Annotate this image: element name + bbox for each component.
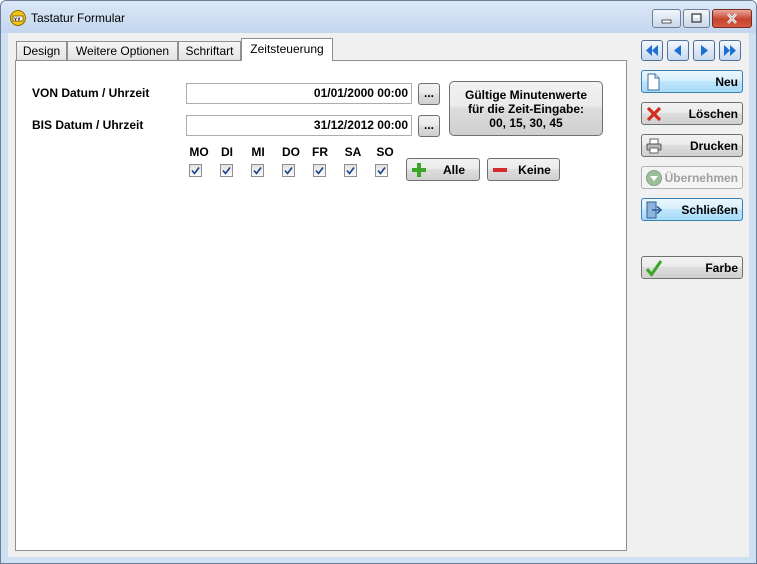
next-record-button[interactable] <box>693 40 715 61</box>
select-all-label: Alle <box>442 163 465 177</box>
checkbox-so[interactable] <box>375 164 388 177</box>
checkmark-icon <box>315 167 324 175</box>
app-window: Tastatur Formular Design Weitere Optione… <box>0 0 757 564</box>
day-label-do: DO <box>282 145 300 159</box>
close-button[interactable]: Schließen <box>641 198 743 221</box>
client-area: Design Weitere Optionen Schriftart Zeits… <box>8 33 749 557</box>
checkbox-do[interactable] <box>282 164 295 177</box>
tab-schriftart[interactable]: Schriftart <box>178 41 241 60</box>
von-browse-button[interactable]: ... <box>418 83 440 105</box>
new-document-icon <box>647 73 660 91</box>
checkbox-sa[interactable] <box>344 164 357 177</box>
day-label-so: SO <box>376 145 394 159</box>
color-label: Farbe <box>705 261 738 275</box>
checkbox-mi[interactable] <box>251 164 264 177</box>
print-label: Drucken <box>689 139 738 153</box>
app-icon <box>10 10 26 26</box>
minute-values-info: Gültige Minutenwerte für die Zeit-Eingab… <box>449 81 603 136</box>
info-line-1: Gültige Minutenwerte <box>464 88 587 102</box>
day-label-di: DI <box>221 145 233 159</box>
window-title: Tastatur Formular <box>31 11 126 25</box>
day-label-mo: MO <box>189 145 209 159</box>
checkbox-mo[interactable] <box>189 164 202 177</box>
red-x-icon <box>646 106 662 122</box>
last-record-button[interactable] <box>719 40 741 61</box>
maximize-icon <box>691 13 702 23</box>
checkbox-di[interactable] <box>220 164 233 177</box>
last-record-icon <box>724 45 736 56</box>
tab-weitere-optionen[interactable]: Weitere Optionen <box>67 41 178 60</box>
green-plus-icon <box>412 163 426 177</box>
delete-button[interactable]: Löschen <box>641 102 743 125</box>
green-check-icon <box>645 260 663 277</box>
close-icon <box>727 13 737 24</box>
day-label-fr: FR <box>312 145 328 159</box>
day-label-mi: MI <box>251 145 265 159</box>
day-label-sa: SA <box>344 145 362 159</box>
print-button[interactable]: Drucken <box>641 134 743 157</box>
first-record-button[interactable] <box>641 40 663 61</box>
printer-icon <box>646 138 662 154</box>
apply-button[interactable]: Übernehmen <box>641 166 743 189</box>
select-no-days-button[interactable]: Keine <box>487 158 560 181</box>
maximize-button[interactable] <box>683 9 710 28</box>
previous-record-button[interactable] <box>667 40 689 61</box>
checkmark-icon <box>377 167 386 175</box>
bis-label: BIS Datum / Uhrzeit <box>32 118 144 132</box>
checkbox-fr[interactable] <box>313 164 326 177</box>
minimize-button[interactable] <box>652 9 681 28</box>
bis-browse-button[interactable]: ... <box>418 115 440 137</box>
next-record-icon <box>701 45 708 56</box>
select-none-label: Keine <box>518 163 551 177</box>
minimize-icon <box>661 19 672 24</box>
checkmark-icon <box>253 167 262 175</box>
info-line-3: 00, 15, 30, 45 <box>489 116 563 130</box>
von-datetime-field[interactable]: 01/01/2000 00:00 <box>186 83 412 104</box>
checkmark-icon <box>346 167 355 175</box>
delete-label: Löschen <box>688 107 738 121</box>
checkmark-icon <box>191 167 200 175</box>
select-all-days-button[interactable]: Alle <box>406 158 480 181</box>
apply-label: Übernehmen <box>664 171 738 185</box>
bis-datetime-field[interactable]: 31/12/2012 00:00 <box>186 115 412 136</box>
checkmark-icon <box>284 167 293 175</box>
down-arrow-circle-icon <box>646 170 662 186</box>
color-button[interactable]: Farbe <box>641 256 743 279</box>
close-label: Schließen <box>681 203 738 217</box>
tab-design[interactable]: Design <box>16 41 67 60</box>
title-bar[interactable]: Tastatur Formular <box>1 1 756 33</box>
first-record-icon <box>646 45 658 56</box>
info-line-2: für die Zeit-Eingabe: <box>467 102 584 116</box>
checkmark-icon <box>222 167 231 175</box>
tab-zeitsteuerung[interactable]: Zeitsteuerung <box>241 38 333 61</box>
new-button[interactable]: Neu <box>641 70 743 93</box>
von-label: VON Datum / Uhrzeit <box>32 86 150 100</box>
exit-door-icon <box>646 201 663 219</box>
close-window-button[interactable] <box>712 9 752 28</box>
new-label: Neu <box>715 75 738 89</box>
red-minus-icon <box>493 168 507 172</box>
previous-record-icon <box>674 45 681 56</box>
